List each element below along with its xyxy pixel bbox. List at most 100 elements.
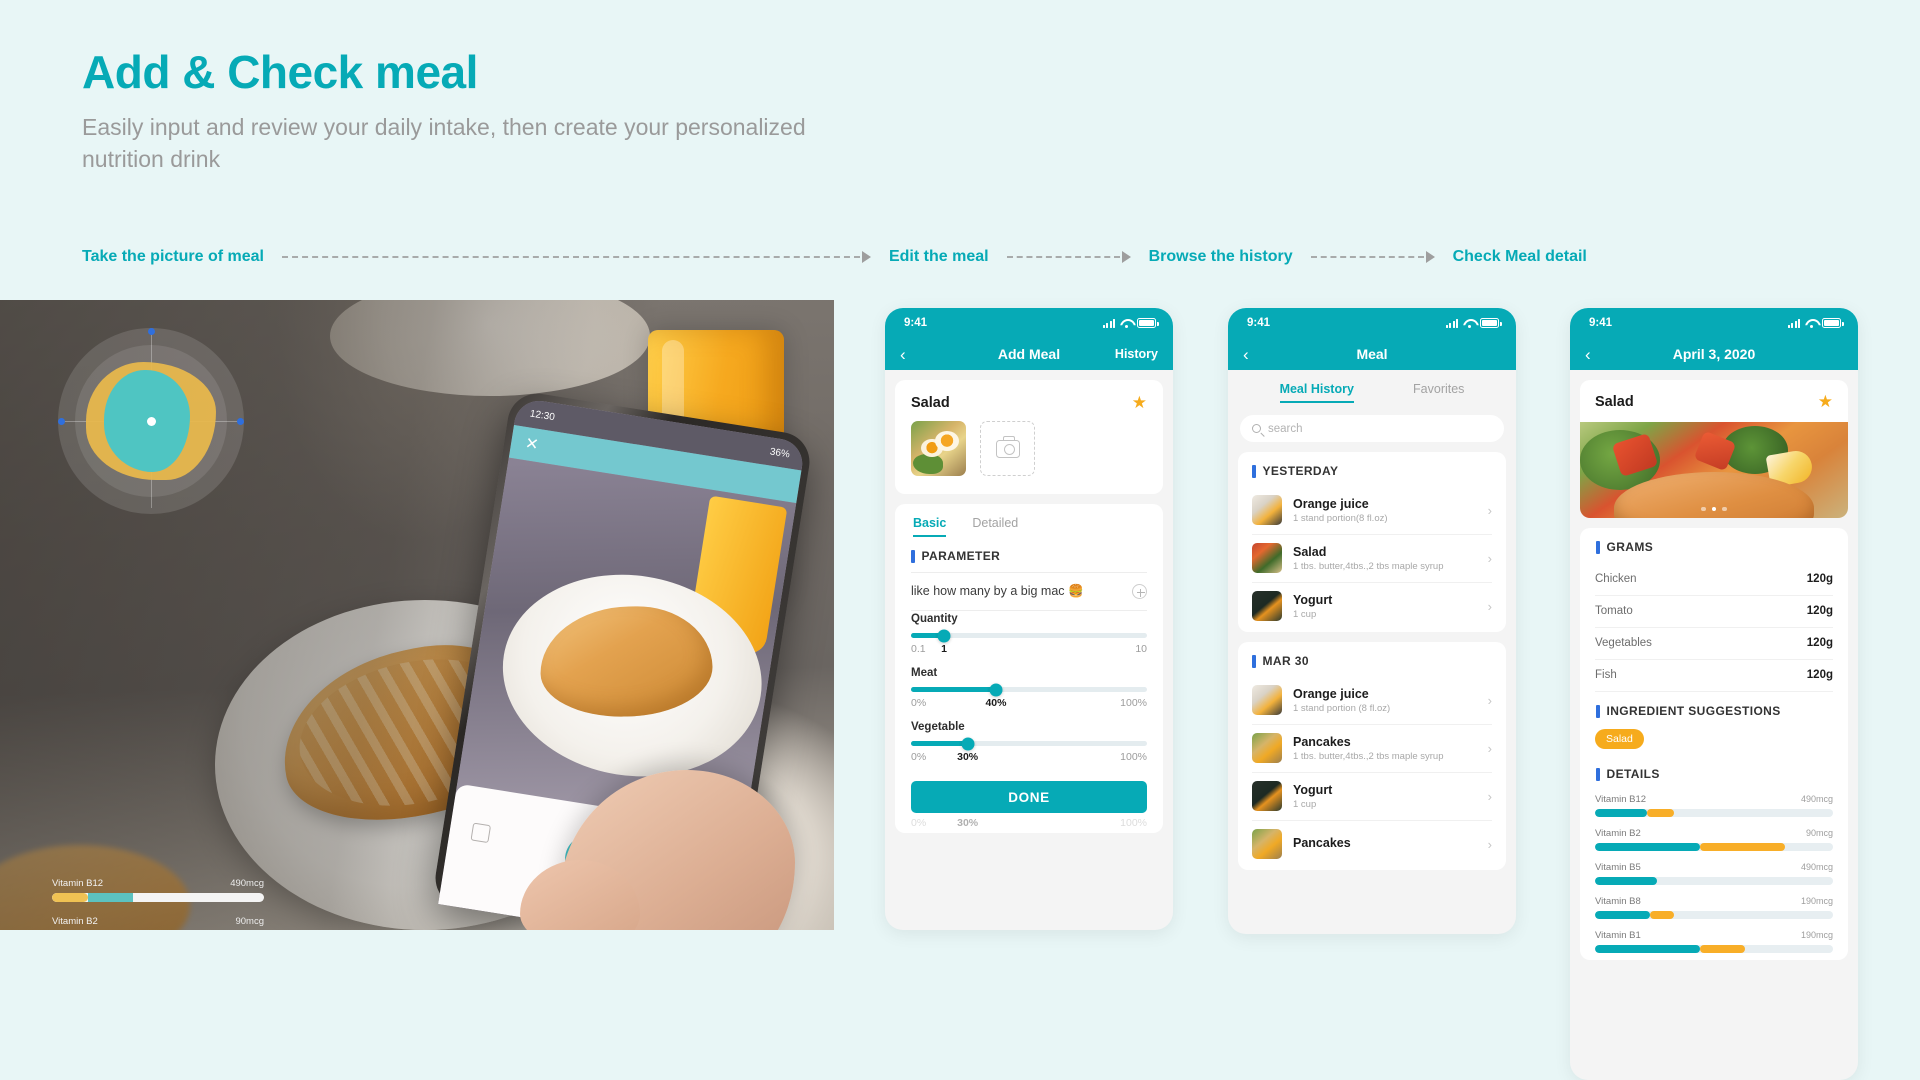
step-label-2: Edit the meal [888, 248, 989, 265]
ghost-min: 0% [911, 817, 927, 829]
section-marker [1252, 654, 1256, 668]
salad-greens [913, 454, 943, 474]
meal-name: Orange juice [1293, 496, 1369, 511]
parameter-input-row[interactable]: like how many by a big mac 🍔 [895, 573, 1163, 610]
slider-max: 100% [1120, 751, 1147, 763]
grams-row: Chicken 120g [1580, 563, 1848, 595]
meal-portion: 1 stand portion (8 fl.oz) [1293, 702, 1391, 714]
nav-title: Meal [1356, 346, 1388, 362]
vitamin-bar-teal [1595, 809, 1648, 817]
vitamin-name: Vitamin B2 [1595, 828, 1641, 839]
dashed-line [1310, 256, 1424, 258]
meal-list-item[interactable]: Yogurt 1 cup › [1238, 772, 1506, 820]
page-subtitle: Easily input and review your daily intak… [82, 114, 806, 173]
hero-photo: Vitamin B12 490mcg Vitamin B2 90mcg Vita… [0, 300, 834, 930]
slider-track[interactable] [911, 629, 1147, 642]
vitamin-row: Vitamin B1 190mcg [1580, 926, 1848, 960]
section-title: INGREDIENT SUGGESTIONS [1606, 704, 1781, 718]
tab-detailed[interactable]: Detailed [972, 516, 1018, 537]
ingredient-name: Vegetables [1595, 637, 1652, 649]
ghost-max: 100% [1120, 817, 1147, 829]
vitamin-row: Vitamin B8 190mcg [1580, 892, 1848, 926]
meal-portion: 1 tbs. butter,4tbs.,2 tbs maple syrup [1293, 750, 1444, 762]
meal-list-item[interactable]: Pancakes › [1238, 820, 1506, 868]
star-icon[interactable]: ★ [1132, 394, 1147, 411]
slider-meat[interactable]: Meat 0% 40% 100% [895, 665, 1163, 719]
carousel-dots[interactable] [1580, 506, 1848, 511]
camera-icon [995, 435, 1020, 458]
chevron-left-icon[interactable]: ‹ [900, 346, 906, 363]
done-button[interactable]: DONE [911, 781, 1147, 813]
vitamin-detail-list: Vitamin B12 490mcg Vitamin B2 90mcg Vita… [1580, 790, 1848, 960]
carousel-dot[interactable] [1701, 506, 1706, 511]
radar-point-north [148, 328, 155, 335]
status-time: 9:41 [1589, 317, 1613, 329]
slider-label: Quantity [911, 613, 958, 625]
meal-photo-thumbnail[interactable] [911, 421, 966, 476]
page-root: Add & Check meal Easily input and review… [0, 0, 1920, 1080]
vitamin-value: 490mcg [1800, 794, 1833, 804]
chevron-right-icon: › [1487, 550, 1492, 566]
meal-photo[interactable] [1580, 422, 1848, 518]
vitamin-labels: Vitamin B2 90mcg [1595, 828, 1833, 839]
vitamin-bar [1595, 877, 1833, 885]
chevron-left-icon[interactable]: ‹ [1243, 346, 1249, 363]
meal-thumbnail [1252, 685, 1282, 715]
section-title: DETAILS [1606, 767, 1660, 781]
nav-bar: ‹ Meal [1228, 338, 1516, 370]
slider-group: Quantity 0.1 1 10 Meat 0% 40% 100% Veget… [895, 611, 1163, 773]
gallery-icon[interactable] [470, 822, 492, 844]
chevron-right-icon: › [1487, 598, 1492, 614]
slider-vegetable[interactable]: Vegetable 0% 30% 100% [895, 719, 1163, 773]
slider-current: 40% [985, 697, 1007, 709]
meal-list-item[interactable]: Orange juice 1 stand portion(8 fl.oz) › [1238, 486, 1506, 534]
meal-info: Yogurt 1 cup [1293, 783, 1477, 810]
chevron-right-icon: › [1487, 788, 1492, 804]
hero-vitamin-value: 90mcg [235, 916, 264, 927]
add-photo-button[interactable] [980, 421, 1035, 476]
radar-point-west [58, 418, 65, 425]
meal-list-item[interactable]: Pancakes 1 tbs. butter,4tbs.,2 tbs maple… [1238, 724, 1506, 772]
meal-list-item[interactable]: Orange juice 1 stand portion (8 fl.oz) › [1238, 676, 1506, 724]
vitamin-row: Vitamin B2 90mcg [1580, 824, 1848, 858]
nav-bar: ‹ Add Meal History [885, 338, 1173, 370]
step-label-3: Browse the history [1148, 248, 1293, 265]
chevron-left-icon[interactable]: ‹ [1585, 346, 1591, 363]
meal-group-header: YESTERDAY [1238, 452, 1506, 486]
phone-meal-detail: 9:41 ‹ April 3, 2020 Salad ★ GRAMS Chick… [1570, 308, 1858, 1080]
tab-basic[interactable]: Basic [913, 516, 947, 537]
device-status-battery: 36% [769, 445, 791, 460]
vitamin-bar [1595, 809, 1833, 817]
page-header: Add & Check meal Easily input and review… [82, 48, 882, 176]
ingredient-weight: 120g [1806, 573, 1833, 585]
slider-knob[interactable] [989, 683, 1003, 696]
slider-knob[interactable] [937, 629, 951, 642]
tab-favorites[interactable]: Favorites [1413, 382, 1464, 403]
slider-track[interactable] [911, 737, 1147, 750]
slider-knob[interactable] [961, 737, 975, 750]
tab-meal-history[interactable]: Meal History [1279, 382, 1354, 403]
wifi-icon [1120, 319, 1132, 328]
ingredient-weight: 120g [1806, 669, 1833, 681]
grams-row: Vegetables 120g [1580, 627, 1848, 659]
star-icon[interactable]: ★ [1818, 393, 1833, 410]
carousel-dot[interactable] [1722, 506, 1727, 511]
camera-viewfinder [455, 457, 797, 839]
carousel-dot[interactable] [1711, 506, 1717, 511]
slider-current: 30% [957, 751, 979, 763]
meal-name: Pancakes [1293, 836, 1351, 850]
grams-section-header: GRAMS [1580, 528, 1848, 563]
meal-list-item[interactable]: Salad 1 tbs. butter,4tbs.,2 tbs maple sy… [1238, 534, 1506, 582]
battery-icon [1137, 318, 1159, 328]
slider-quantity[interactable]: Quantity 0.1 1 10 [895, 611, 1163, 665]
plus-circle-icon[interactable] [1132, 584, 1147, 599]
search-input[interactable]: search [1240, 415, 1504, 442]
meal-list-item[interactable]: Yogurt 1 cup › [1238, 582, 1506, 630]
meal-thumbnail [1252, 829, 1282, 859]
details-section-header: DETAILS [1580, 753, 1848, 790]
slider-track[interactable] [911, 683, 1147, 696]
step-connector-1 [264, 251, 889, 263]
close-icon[interactable]: ✕ [524, 435, 540, 454]
history-button[interactable]: History [1115, 347, 1158, 361]
suggestion-tag[interactable]: Salad [1595, 729, 1644, 749]
